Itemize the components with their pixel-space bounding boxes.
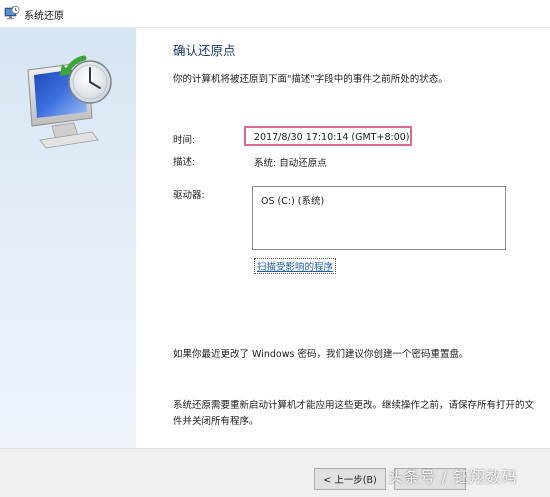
drive-item[interactable]: OS (C:) (系统)	[261, 193, 324, 207]
drive-label: 驱动器:	[173, 190, 205, 201]
monitor-clock-restore-icon	[27, 55, 112, 149]
password-note: 如果你最近更改了 Windows 密码，我们建议你创建一个密码重置盘。	[173, 349, 469, 360]
side-panel	[0, 28, 136, 448]
time-label: 时间:	[173, 135, 196, 146]
scan-affected-programs-link[interactable]: 扫描受影响的程序	[254, 258, 337, 274]
back-button[interactable]: < 上一步(B)	[314, 468, 386, 490]
intro-text: 你的计算机将被还原到下面"描述"字段中的事件之前所处的状态。	[173, 74, 448, 85]
description-label: 描述:	[173, 157, 196, 168]
description-value: 系统: 自动还原点	[254, 158, 327, 169]
time-value: 2017/8/30 17:10:14 (GMT+8:00)	[254, 132, 410, 143]
page-heading: 确认还原点	[173, 43, 236, 58]
system-restore-icon	[4, 6, 20, 20]
window-title: 系统还原	[24, 11, 64, 22]
watermark: 头条号 / 钰翔数码	[388, 468, 518, 486]
restart-note: 系统还原需要重新启动计算机才能应用这些更改。继续操作之前，请保存所有打开的文件并…	[173, 400, 535, 427]
title-bar: 系统还原	[0, 0, 550, 28]
content-area: 确认还原点 你的计算机将被还原到下面"描述"字段中的事件之前所处的状态。 时间:…	[136, 28, 550, 448]
drive-list[interactable]: OS (C:) (系统)	[252, 186, 506, 250]
